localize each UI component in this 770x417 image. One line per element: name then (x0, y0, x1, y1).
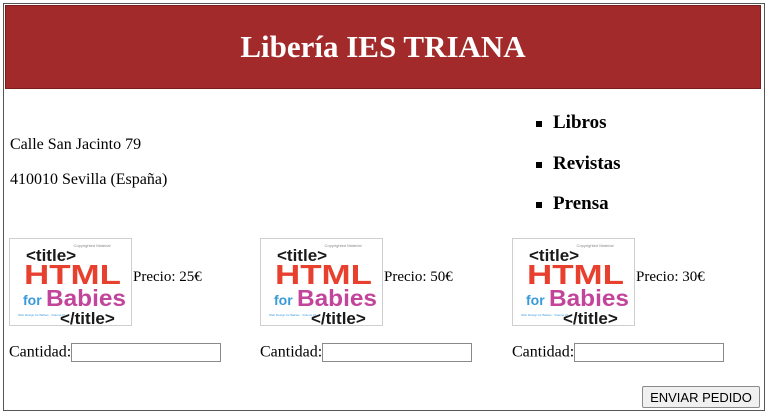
cover-small-bottom: Web Design for Babies · Volume 01 (18, 313, 66, 317)
page-header: Libería IES TRIANA (5, 5, 761, 89)
book-cover-art: Copyrighted Material <title> HTML for Ba… (521, 243, 629, 325)
quantity-label: Cantidad: (260, 343, 323, 361)
product-card: Copyrighted Material <title> HTML for Ba… (260, 238, 500, 328)
nav-item-label: Revistas (553, 152, 621, 174)
price-label: Precio: 30€ (636, 269, 705, 285)
product-card: Copyrighted Material <title> HTML for Ba… (9, 238, 249, 328)
book-cover-image: Copyrighted Material <title> HTML for Ba… (9, 238, 132, 326)
cover-close-tag: </title> (563, 309, 618, 325)
cover-small-bottom: Web Design for Babies · Volume 01 (269, 313, 317, 317)
book-cover-image: Copyrighted Material <title> HTML for Ba… (260, 238, 383, 326)
bullet-icon (536, 202, 542, 208)
submit-order-button[interactable]: ENVIAR PEDIDO (642, 386, 760, 408)
bullet-icon (536, 121, 542, 127)
quantity-row: Cantidad: (260, 343, 473, 362)
cover-word-babies: Babies (297, 285, 377, 311)
bullet-icon (536, 161, 542, 168)
price-label: Precio: 50€ (384, 269, 453, 285)
book-cover-art: Copyrighted Material <title> HTML for Ba… (269, 243, 377, 325)
address-line-1: Calle San Jacinto 79 (10, 136, 142, 153)
book-cover-image: Copyrighted Material <title> HTML for Ba… (512, 238, 635, 326)
cover-small-top: Copyrighted Material (325, 243, 362, 248)
cover-word-for: for (274, 292, 293, 308)
cover-close-tag: </title> (311, 309, 366, 325)
quantity-input[interactable] (71, 343, 222, 362)
nav-item-libros[interactable]: Libros (533, 112, 621, 153)
quantity-input[interactable] (322, 343, 473, 362)
address-line-2: 410010 Sevilla (España) (10, 171, 168, 188)
quantity-label: Cantidad: (512, 343, 575, 361)
quantity-row: Cantidad: (512, 343, 725, 362)
quantity-row: Cantidad: (9, 343, 222, 362)
cover-word-for: for (23, 292, 42, 308)
cover-word-babies: Babies (549, 285, 629, 311)
price-label: Precio: 25€ (133, 269, 202, 285)
nav-item-label: Libros (553, 112, 607, 133)
nav-item-prensa[interactable]: Prensa (533, 193, 621, 234)
page-title: Libería IES TRIANA (240, 29, 526, 64)
cover-word-babies: Babies (46, 285, 126, 311)
book-cover-art: Copyrighted Material <title> HTML for Ba… (18, 243, 126, 325)
main-nav: Libros Revistas Prensa (533, 112, 621, 234)
cover-small-top: Copyrighted Material (577, 243, 614, 248)
cover-small-top: Copyrighted Material (74, 243, 111, 248)
quantity-input[interactable] (574, 343, 725, 362)
nav-item-label: Prensa (553, 193, 609, 214)
quantity-label: Cantidad: (9, 343, 72, 361)
cover-word-for: for (526, 292, 545, 308)
nav-item-revistas[interactable]: Revistas (533, 153, 621, 194)
cover-small-bottom: Web Design for Babies · Volume 01 (521, 313, 569, 317)
cover-close-tag: </title> (60, 309, 115, 325)
product-card: Copyrighted Material <title> HTML for Ba… (512, 238, 752, 328)
